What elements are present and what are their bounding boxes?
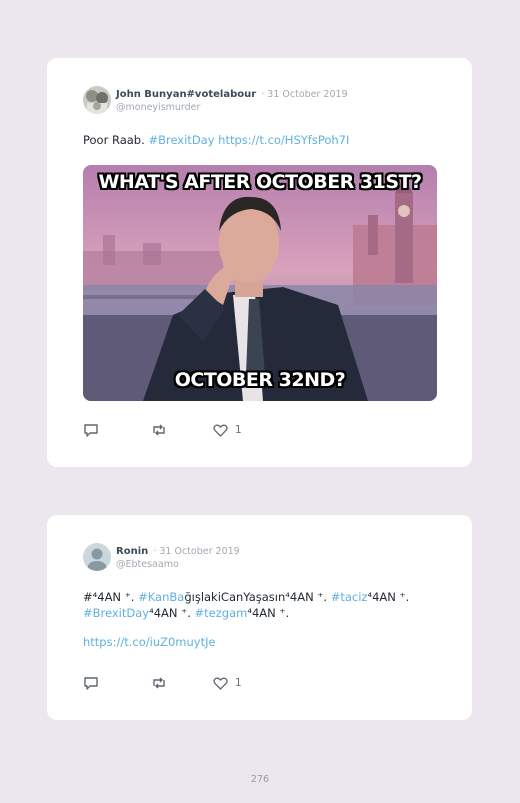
heart-icon [213,424,228,437]
retweet-icon [151,676,167,690]
url-link[interactable]: https://t.co/HSYfsPoh7I [215,133,349,147]
page-number: 276 [250,774,270,785]
reply-button[interactable] [83,676,151,690]
url-link[interactable]: https://t.co/iuZ0muytJe [83,635,216,649]
tweet-text: Poor Raab. #BrexitDay https://t.co/HSYfs… [83,132,448,148]
tweet-date[interactable]: · 31 October 2019 [153,546,239,557]
retweet-icon [151,423,167,437]
tweet-text: #⁴4AN ⁺. #KanBağışlakiCanYaşasın⁴4AN ⁺. … [83,589,448,621]
tweet-card: Ronin · 31 October 2019 @Ebtesaamo #⁴4AN… [47,515,472,720]
avatar[interactable] [83,543,111,571]
retweet-button[interactable] [151,423,213,437]
hashtag-link[interactable]: #BrexitDay [148,133,214,147]
tweet-text-segment: ⁴4AN ⁺. [367,590,410,604]
meme-photo [83,165,437,401]
tweet-header: Ronin · 31 October 2019 @Ebtesaamo [83,543,240,571]
hashtag-link[interactable]: #KanBa [138,590,184,604]
tweet-header: John Bunyan#votelabour · 31 October 2019… [83,86,348,114]
tweet-actions: 1 [83,676,242,690]
tweet-card: John Bunyan#votelabour · 31 October 2019… [47,58,472,467]
tweet-text-segment: ⁴4AN ⁺. [247,606,290,620]
reply-button[interactable] [83,423,151,437]
tweet-actions: 1 [83,423,242,437]
hashtag-link[interactable]: #tezgam [195,606,248,620]
reply-icon [83,676,99,690]
tweet-image[interactable]: WHAT'S AFTER OCTOBER 31ST? OCTOBER 32ND? [83,165,437,401]
tweet-text-segment: ğışlakiCanYaşasın⁴4AN ⁺. [184,590,331,604]
meme-caption-bottom: OCTOBER 32ND? [174,369,346,391]
tweet-date[interactable]: · 31 October 2019 [261,89,347,100]
tweet-text-plain: Poor Raab. [83,133,149,147]
author-handle[interactable]: @moneyismurder [116,102,348,114]
author-name[interactable]: John Bunyan#votelabour [116,89,256,100]
like-count: 1 [235,677,242,689]
retweet-button[interactable] [151,676,213,690]
avatar[interactable] [83,86,111,114]
like-count: 1 [235,424,242,436]
reply-icon [83,423,99,437]
tweet-text-segment: # [83,590,93,604]
author-name[interactable]: Ronin [116,546,148,557]
like-button[interactable]: 1 [213,424,242,437]
hashtag-link[interactable]: #taciz [331,590,368,604]
hashtag-link[interactable]: #BrexitDay [83,606,149,620]
heart-icon [213,677,228,690]
meme-caption-top: WHAT'S AFTER OCTOBER 31ST? [98,171,422,193]
tweet-text-segment: ⁴4AN ⁺. [92,590,139,604]
tweet-text-segment: ⁴4AN ⁺. [149,606,195,620]
like-button[interactable]: 1 [213,677,242,690]
author-handle[interactable]: @Ebtesaamo [116,559,240,571]
